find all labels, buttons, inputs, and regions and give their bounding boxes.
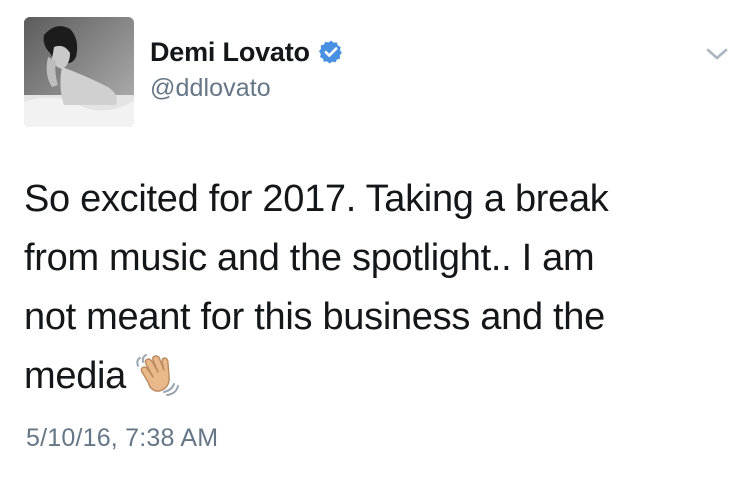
tweet-timestamp[interactable]: 5/10/16, 7:38 AM: [26, 424, 218, 453]
tweet-text-line: So excited for 2017. Taking a break: [24, 178, 609, 220]
tweet-text-line: from music and the spotlight.. I am: [24, 237, 595, 279]
tweet-text: So excited for 2017. Taking a break from…: [24, 170, 724, 406]
tweet-card: Demi Lovato @ddlovato So excited for 201…: [0, 0, 750, 486]
user-info: Demi Lovato @ddlovato: [150, 34, 344, 103]
verified-badge-icon: [318, 39, 344, 65]
user-handle[interactable]: @ddlovato: [150, 74, 344, 103]
tweet-text-line-last: media: [24, 347, 724, 406]
tweet-text-word: media: [24, 355, 126, 397]
chevron-down-icon[interactable]: [704, 44, 730, 64]
avatar[interactable]: [24, 17, 134, 127]
display-name[interactable]: Demi Lovato: [150, 37, 310, 68]
tweet-text-line: not meant for this business and the: [24, 296, 605, 338]
waving-hand-emoji: [134, 352, 180, 396]
name-row: Demi Lovato: [150, 34, 344, 70]
